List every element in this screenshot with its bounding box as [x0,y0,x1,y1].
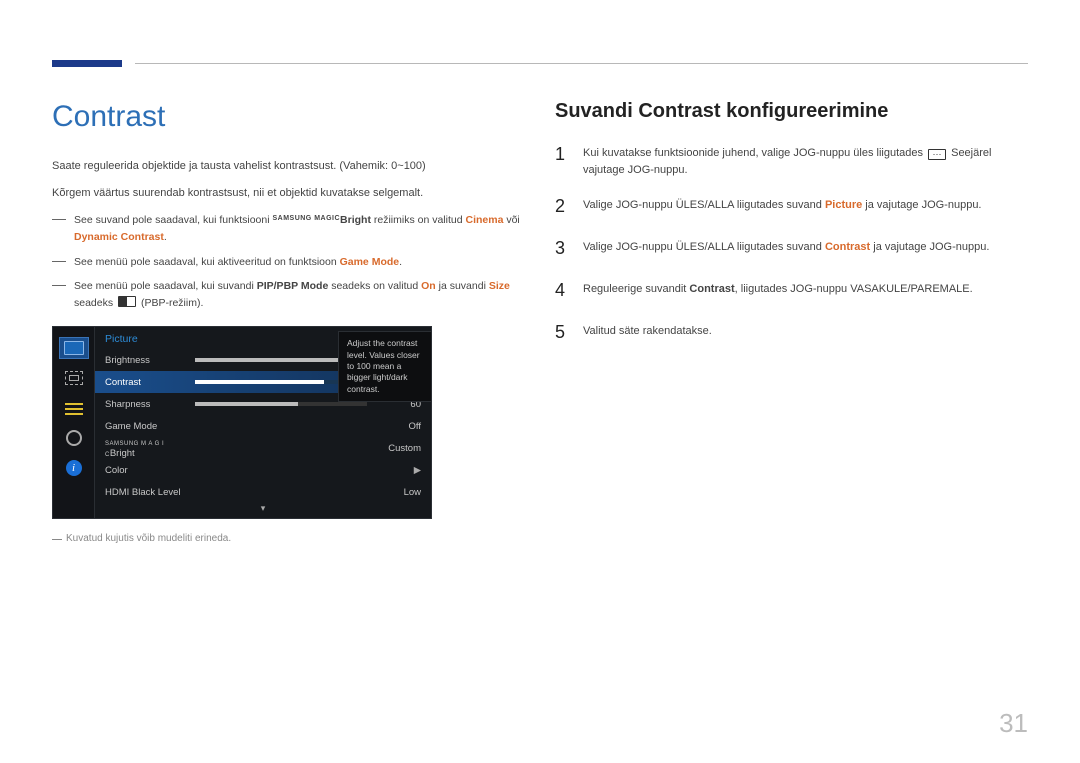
gear-icon [66,430,82,446]
frame-icon [65,371,83,385]
intro-paragraph-1: Saate reguleerida objektide ja tausta va… [52,158,525,175]
left-column: Contrast Saate reguleerida objektide ja … [52,100,525,544]
osd-row-color[interactable]: Color ▶ [95,459,431,481]
info-icon: i [66,460,82,476]
osd-row-magicbright[interactable]: SAMSUNG M A G I CBright Custom [95,437,431,459]
osd-footnote: Kuvatud kujutis võib mudeliti erineda. [52,533,525,544]
menu-icon [928,149,946,160]
osd-row-hdmi[interactable]: HDMI Black Level Low [95,481,431,503]
osd-tooltip: Adjust the contrast level. Values closer… [338,331,432,402]
pbp-icon [118,296,136,307]
osd-tab-picture[interactable] [59,337,89,359]
note-gamemode: See menüü pole saadaval, kui aktiveeritu… [52,254,525,271]
intro-paragraph-2: Kõrgem väärtus suurendab kontrastsust, n… [52,185,525,202]
osd-tab-options[interactable] [59,397,89,419]
osd-tab-info[interactable]: i [59,457,89,479]
magic-label: SAMSUNG MAGIC [272,215,340,222]
configure-title: Suvandi Contrast konfigureerimine [555,100,1028,123]
chevron-right-icon: ▶ [377,465,421,476]
monitor-icon [64,341,84,355]
notes-list: See suvand pole saadaval, kui funktsioon… [52,212,525,312]
columns: Contrast Saate reguleerida objektide ja … [52,100,1028,544]
page-number: 31 [999,708,1028,739]
step-1: 1 Kui kuvatakse funktsioonide juhend, va… [555,141,1028,179]
osd-sidebar: i [53,327,95,518]
step-4: 4 Reguleerige suvandit Contrast, liiguta… [555,277,1028,305]
slider-sharpness [195,402,367,406]
right-column: Suvandi Contrast konfigureerimine 1 Kui … [555,100,1028,544]
bars-icon [65,401,83,415]
osd-row-gamemode[interactable]: Game Mode Off [95,415,431,437]
note-pip-pbp: See menüü pole saadaval, kui suvandi PIP… [52,278,525,312]
osd-tab-frame[interactable] [59,367,89,389]
osd-tab-settings[interactable] [59,427,89,449]
osd-panel: i Picture Brightness 100 Contrast 75 [52,326,432,519]
note-magicbright: See suvand pole saadaval, kui funktsioon… [52,212,525,246]
steps-list: 1 Kui kuvatakse funktsioonide juhend, va… [555,141,1028,347]
section-title: Contrast [52,100,525,134]
top-rule [135,63,1028,64]
step-2: 2 Valige JOG-nuppu ÜLES/ALLA liigutades … [555,193,1028,221]
chevron-down-icon: ▾ [95,503,431,518]
step-3: 3 Valige JOG-nuppu ÜLES/ALLA liigutades … [555,235,1028,263]
chapter-mark [52,60,122,67]
osd-main: Picture Brightness 100 Contrast 75 [95,327,431,518]
page: Contrast Saate reguleerida objektide ja … [0,0,1080,763]
step-5: 5 Valitud säte rakendatakse. [555,319,1028,347]
